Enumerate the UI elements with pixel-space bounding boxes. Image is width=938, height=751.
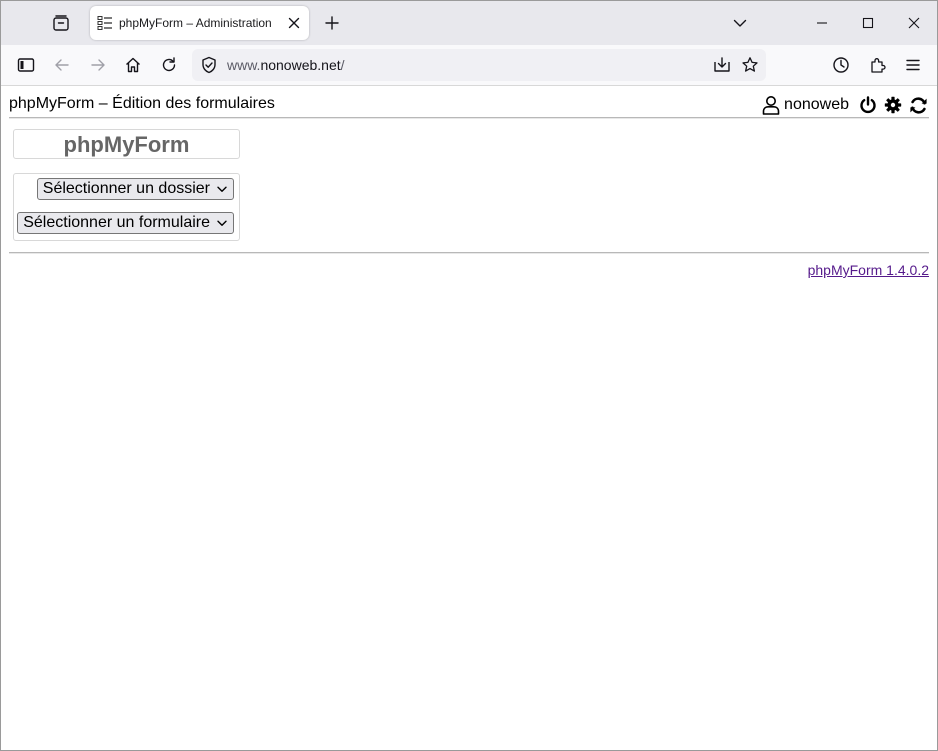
shield-icon[interactable]: [200, 56, 218, 74]
tab-close-button[interactable]: [286, 15, 302, 31]
reload-icon: [162, 57, 176, 72]
save-page-button[interactable]: [711, 54, 733, 76]
user-area: nonoweb: [760, 93, 929, 117]
page-title: phpMyForm – Édition des formulaires: [9, 95, 275, 112]
plus-icon: [325, 16, 339, 30]
chevron-down-icon: [217, 186, 227, 193]
url-prefix: www.: [227, 57, 261, 73]
minimize-button[interactable]: [799, 5, 845, 41]
header-divider: [9, 117, 929, 119]
folder-select-value: Sélectionner un dossier: [42, 180, 210, 197]
tab-strip: phpMyForm – Administration: [1, 1, 937, 45]
refresh-icon[interactable]: [907, 94, 929, 116]
form-select-value: Sélectionner un formulaire: [23, 214, 210, 231]
new-tab-button[interactable]: [319, 10, 345, 36]
clock-icon: [833, 57, 849, 73]
footer-divider: [9, 252, 929, 254]
tab-list-icon: [53, 15, 69, 31]
navigation-toolbar: www.nonoweb.net/: [1, 45, 937, 86]
reload-button[interactable]: [154, 50, 184, 80]
sidebar-icon: [17, 58, 35, 72]
minimize-icon: [817, 22, 827, 24]
folder-select[interactable]: Sélectionner un dossier: [36, 178, 234, 200]
close-icon: [908, 17, 920, 29]
hamburger-menu-icon: [906, 59, 920, 71]
tab-title: phpMyForm – Administration: [119, 16, 272, 30]
power-icon[interactable]: [857, 94, 879, 116]
list-all-tabs-button[interactable]: [727, 10, 753, 36]
url-text[interactable]: www.nonoweb.net/: [227, 57, 345, 73]
chevron-down-icon: [217, 220, 227, 227]
puzzle-icon: [871, 58, 886, 73]
bookmark-button[interactable]: [739, 54, 761, 76]
app-menu-button[interactable]: [898, 50, 928, 80]
selector-panel: Sélectionner un dossier Sélectionner un …: [13, 173, 240, 241]
url-path: /: [340, 57, 345, 73]
window-close-button[interactable]: [891, 5, 937, 41]
close-icon: [288, 17, 300, 29]
user-name: nonoweb: [784, 96, 849, 113]
forward-button[interactable]: [83, 50, 113, 80]
form-list-icon: [97, 16, 112, 30]
url-host: nonoweb.net: [260, 57, 341, 73]
extensions-button[interactable]: [863, 50, 893, 80]
brand-box: phpMyForm: [13, 129, 240, 159]
browser-window: phpMyForm – Administration www.nonoweb.n…: [0, 0, 938, 751]
form-select[interactable]: Sélectionner un formulaire: [17, 212, 234, 234]
user-icon: [760, 94, 782, 116]
url-bar[interactable]: www.nonoweb.net/: [192, 49, 766, 81]
download-icon: [714, 57, 730, 72]
home-button[interactable]: [118, 50, 148, 80]
app-header: phpMyForm – Édition des formulaires nono…: [9, 93, 929, 117]
tab-list-button[interactable]: [47, 9, 75, 37]
star-icon: [742, 57, 758, 72]
active-tab[interactable]: phpMyForm – Administration: [90, 6, 309, 40]
maximize-icon: [862, 17, 874, 29]
chevron-down-icon: [733, 19, 747, 27]
brand-title: phpMyForm: [63, 132, 190, 157]
home-icon: [126, 57, 140, 73]
back-button[interactable]: [47, 50, 77, 80]
version-link[interactable]: phpMyForm 1.4.0.2: [808, 262, 929, 278]
maximize-button[interactable]: [845, 5, 891, 41]
page-content: phpMyForm – Édition des formulaires nono…: [1, 86, 937, 750]
gear-icon[interactable]: [882, 94, 904, 116]
history-button[interactable]: [826, 50, 856, 80]
sidebar-button[interactable]: [11, 50, 41, 80]
arrow-right-icon: [91, 59, 105, 71]
arrow-left-icon: [55, 59, 69, 71]
